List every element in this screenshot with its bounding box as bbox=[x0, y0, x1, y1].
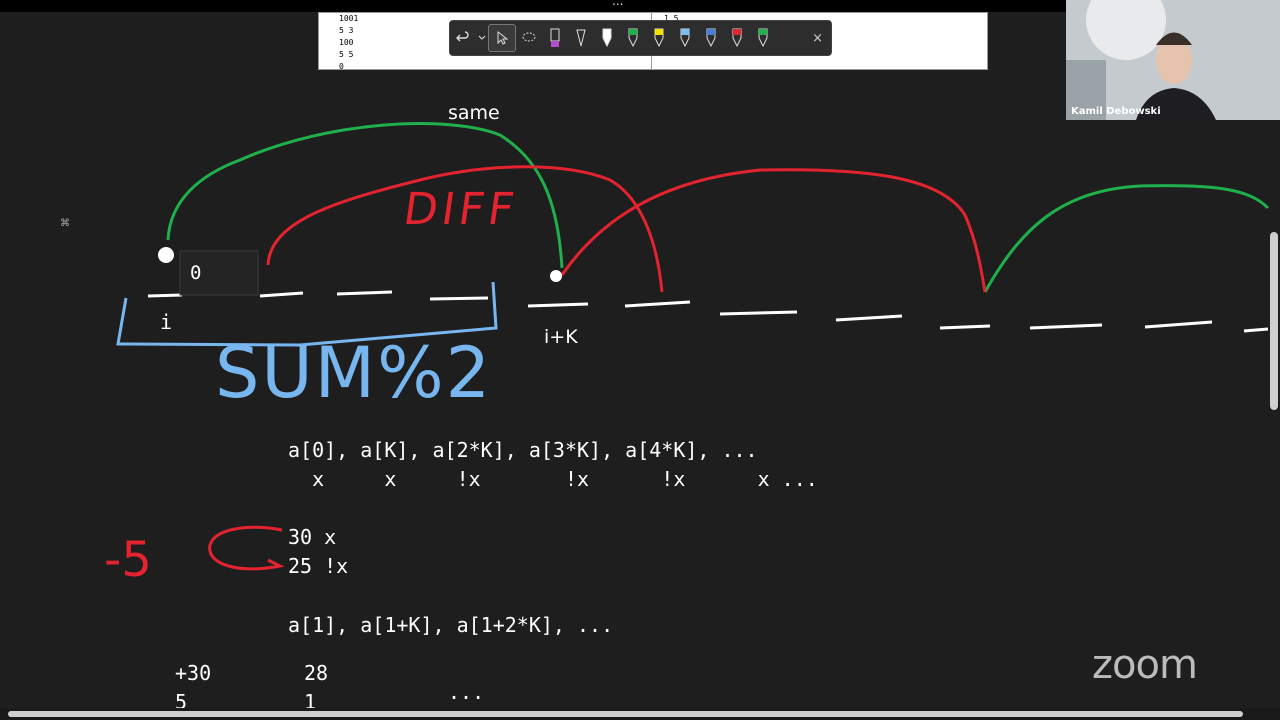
handwritten-minus5: -5 bbox=[104, 532, 152, 588]
count-x-line: 30 x bbox=[288, 525, 337, 549]
label-i: i bbox=[160, 310, 173, 334]
green-arc-right bbox=[983, 184, 1270, 293]
sequence-line: a[0], a[K], a[2*K], a[3*K], a[4*K], ... bbox=[288, 438, 758, 462]
label-i-plus-k: i+K bbox=[544, 326, 578, 348]
white-blob-2 bbox=[550, 270, 562, 282]
value-plus30: +30 bbox=[175, 661, 212, 685]
horizontal-scrollbar[interactable] bbox=[8, 711, 1243, 717]
red-loop bbox=[208, 525, 285, 571]
label-same: same bbox=[448, 102, 500, 124]
element-dashes bbox=[147, 290, 1269, 333]
parity-line: x x !x !x !x x ... bbox=[288, 467, 818, 491]
handwritten-diff: DIFF bbox=[400, 184, 522, 235]
red-arc-2 bbox=[560, 168, 987, 293]
zoom-logo: zoom bbox=[1092, 642, 1198, 688]
sequence-line-2: a[1], a[1+K], a[1+2*K], ... bbox=[288, 613, 614, 637]
ellipsis: ... bbox=[448, 680, 485, 704]
vertical-scrollbar[interactable] bbox=[1270, 232, 1278, 410]
handwritten-sum-mod2: SUM%2 bbox=[215, 332, 493, 414]
label-zero: 0 bbox=[190, 262, 202, 284]
value-28: 28 bbox=[304, 661, 329, 685]
whiteboard-drawing bbox=[116, 122, 1270, 571]
count-not-x-line: 25 !x bbox=[288, 554, 349, 578]
small-cursor-icon: ⌘ bbox=[60, 218, 70, 229]
white-blob-1 bbox=[158, 247, 174, 263]
